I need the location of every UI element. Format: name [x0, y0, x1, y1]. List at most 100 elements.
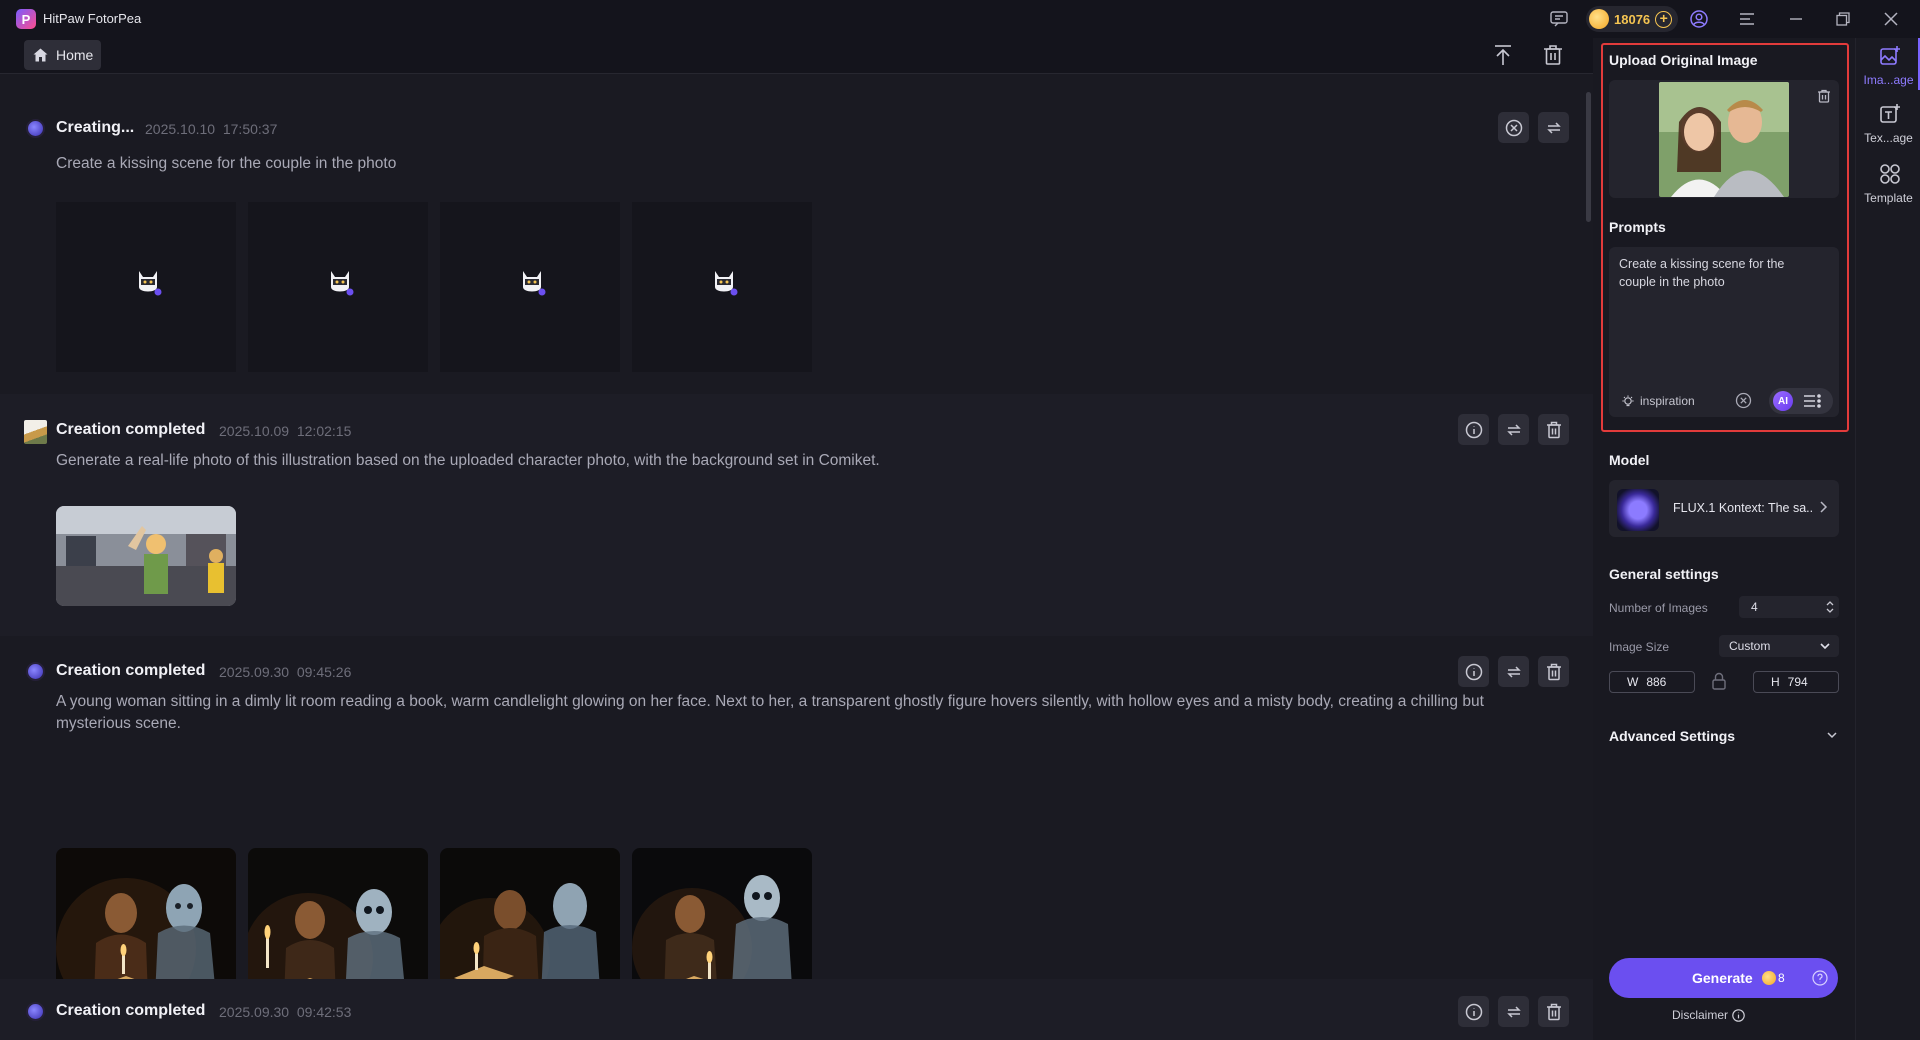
prompts-title: Prompts: [1609, 219, 1666, 235]
settings-panel: Upload Original Image Prompts Create a k…: [1593, 38, 1855, 1040]
app-logo: P: [16, 9, 36, 29]
regenerate-button[interactable]: [1498, 996, 1529, 1027]
trash-icon: [1546, 421, 1561, 438]
ai-enhance-button[interactable]: AI: [1773, 391, 1793, 411]
help-icon[interactable]: [1812, 970, 1828, 986]
num-images-value[interactable]: 4: [1751, 600, 1758, 614]
refresh-icon: [1506, 665, 1521, 678]
creation-card: Creation completed 2025.09.30 09:45:26 A…: [0, 636, 1593, 1028]
generating-placeholder: [248, 202, 428, 372]
advanced-settings-toggle[interactable]: Advanced Settings: [1609, 728, 1735, 744]
card-timestamp: 2025.09.30 09:42:53: [219, 1004, 352, 1020]
image-edit-icon: [1880, 46, 1900, 65]
generate-label: Generate: [1692, 970, 1753, 986]
model-title: Model: [1609, 452, 1650, 468]
generated-image[interactable]: [56, 506, 236, 606]
cancel-icon: [1505, 119, 1522, 136]
card-prompt: A young woman sitting in a dimly lit roo…: [56, 693, 1484, 732]
title-bar: P HitPaw FotorPea 18076 +: [0, 0, 1920, 38]
generation-status-icon: [26, 119, 45, 138]
info-button[interactable]: [1458, 414, 1489, 445]
model-selector[interactable]: FLUX.1 Kontext: The sa...: [1609, 480, 1839, 537]
upload-title: Upload Original Image: [1609, 52, 1758, 68]
disclaimer-link[interactable]: Disclaimer: [1672, 1008, 1745, 1022]
info-button[interactable]: [1458, 656, 1489, 687]
clear-prompt-icon[interactable]: [1735, 392, 1752, 409]
upload-to-top-button[interactable]: [1489, 41, 1517, 69]
nav-label: Tex...age: [1864, 131, 1913, 145]
regenerate-button[interactable]: [1498, 414, 1529, 445]
delete-upload-icon[interactable]: [1817, 89, 1831, 103]
feed-scrollbar[interactable]: [1586, 92, 1591, 222]
regenerate-button[interactable]: [1498, 656, 1529, 687]
generating-placeholder: [56, 202, 236, 372]
num-images-stepper[interactable]: 4: [1739, 596, 1839, 618]
account-icon[interactable]: [1688, 8, 1710, 30]
inspiration-button[interactable]: inspiration: [1622, 394, 1695, 408]
chevron-down-icon[interactable]: [1826, 730, 1838, 740]
cancel-button[interactable]: [1498, 112, 1529, 143]
width-label: W: [1627, 675, 1639, 689]
coin-icon: [1589, 9, 1609, 29]
generating-placeholder: [632, 202, 812, 372]
model-name: FLUX.1 Kontext: The sa...: [1673, 501, 1813, 515]
generate-cost: 8: [1778, 971, 1785, 985]
text-to-image-icon: [1880, 104, 1900, 123]
clear-all-button[interactable]: [1539, 41, 1567, 69]
trash-icon: [1546, 663, 1561, 680]
ai-prompt-tools[interactable]: AI: [1769, 388, 1833, 414]
add-coins-button[interactable]: +: [1655, 10, 1673, 28]
height-input[interactable]: H 794: [1753, 671, 1839, 693]
close-icon[interactable]: [1880, 8, 1902, 30]
generate-button[interactable]: Generate 8: [1609, 958, 1838, 998]
nav-image-to-image[interactable]: Ima...age: [1856, 38, 1920, 96]
prompt-list-icon[interactable]: [1803, 394, 1821, 408]
coin-count: 18076: [1614, 11, 1651, 27]
creation-card: Creation completed 2025.10.09 12:02:15 G…: [0, 394, 1593, 636]
width-input[interactable]: W 886: [1609, 671, 1695, 693]
card-timestamp: 2025.09.30 09:45:26: [219, 664, 352, 680]
generating-placeholder: [440, 202, 620, 372]
delete-button[interactable]: [1538, 996, 1569, 1027]
info-icon: [1465, 663, 1482, 680]
nav-label: Ima...age: [1863, 73, 1914, 87]
refresh-icon: [1506, 1005, 1521, 1018]
lock-aspect-icon[interactable]: [1712, 672, 1726, 690]
nav-text-to-image[interactable]: Tex...age: [1856, 96, 1920, 154]
card-status: Creation completed: [56, 1002, 206, 1019]
card-status: Creation completed: [56, 421, 206, 438]
home-button[interactable]: Home: [24, 40, 101, 70]
coin-balance[interactable]: 18076 +: [1586, 6, 1679, 32]
chevron-right-icon: [1820, 501, 1828, 513]
info-button[interactable]: [1458, 996, 1489, 1027]
upload-dropzone[interactable]: [1609, 80, 1839, 198]
template-icon: [1880, 164, 1900, 184]
height-label: H: [1771, 675, 1780, 689]
trash-icon: [1544, 45, 1562, 65]
width-value[interactable]: 886: [1646, 675, 1666, 689]
chevron-down-icon: [1820, 643, 1830, 650]
creation-card: Creation completed 2025.09.30 09:42:53: [0, 979, 1593, 1040]
menu-icon[interactable]: [1736, 8, 1758, 30]
stepper-arrows-icon[interactable]: [1825, 599, 1835, 615]
delete-button[interactable]: [1538, 414, 1569, 445]
restore-icon[interactable]: [1832, 8, 1854, 30]
feedback-icon[interactable]: [1548, 8, 1570, 30]
loading-cat-icon: [523, 271, 546, 296]
creation-feed[interactable]: Creating... 2025.10.10 17:50:37 Create a…: [0, 74, 1593, 1040]
height-value[interactable]: 794: [1788, 675, 1808, 689]
info-icon: [1732, 1008, 1745, 1022]
prompt-text[interactable]: Create a kissing scene for the couple in…: [1619, 255, 1819, 291]
delete-button[interactable]: [1538, 656, 1569, 687]
card-prompt: Create a kissing scene for the couple in…: [56, 155, 397, 172]
refresh-icon: [1506, 423, 1521, 436]
regenerate-button[interactable]: [1538, 112, 1569, 143]
nav-template[interactable]: Template: [1856, 156, 1920, 214]
card-prompt: Generate a real-life photo of this illus…: [56, 452, 880, 469]
refresh-icon: [1546, 121, 1561, 134]
minimize-icon[interactable]: [1785, 8, 1807, 30]
prompt-textarea[interactable]: Create a kissing scene for the couple in…: [1609, 247, 1839, 417]
card-timestamp: 2025.10.09 12:02:15: [219, 423, 352, 439]
generation-status-icon: [26, 1002, 45, 1021]
image-size-select[interactable]: Custom: [1719, 635, 1839, 657]
